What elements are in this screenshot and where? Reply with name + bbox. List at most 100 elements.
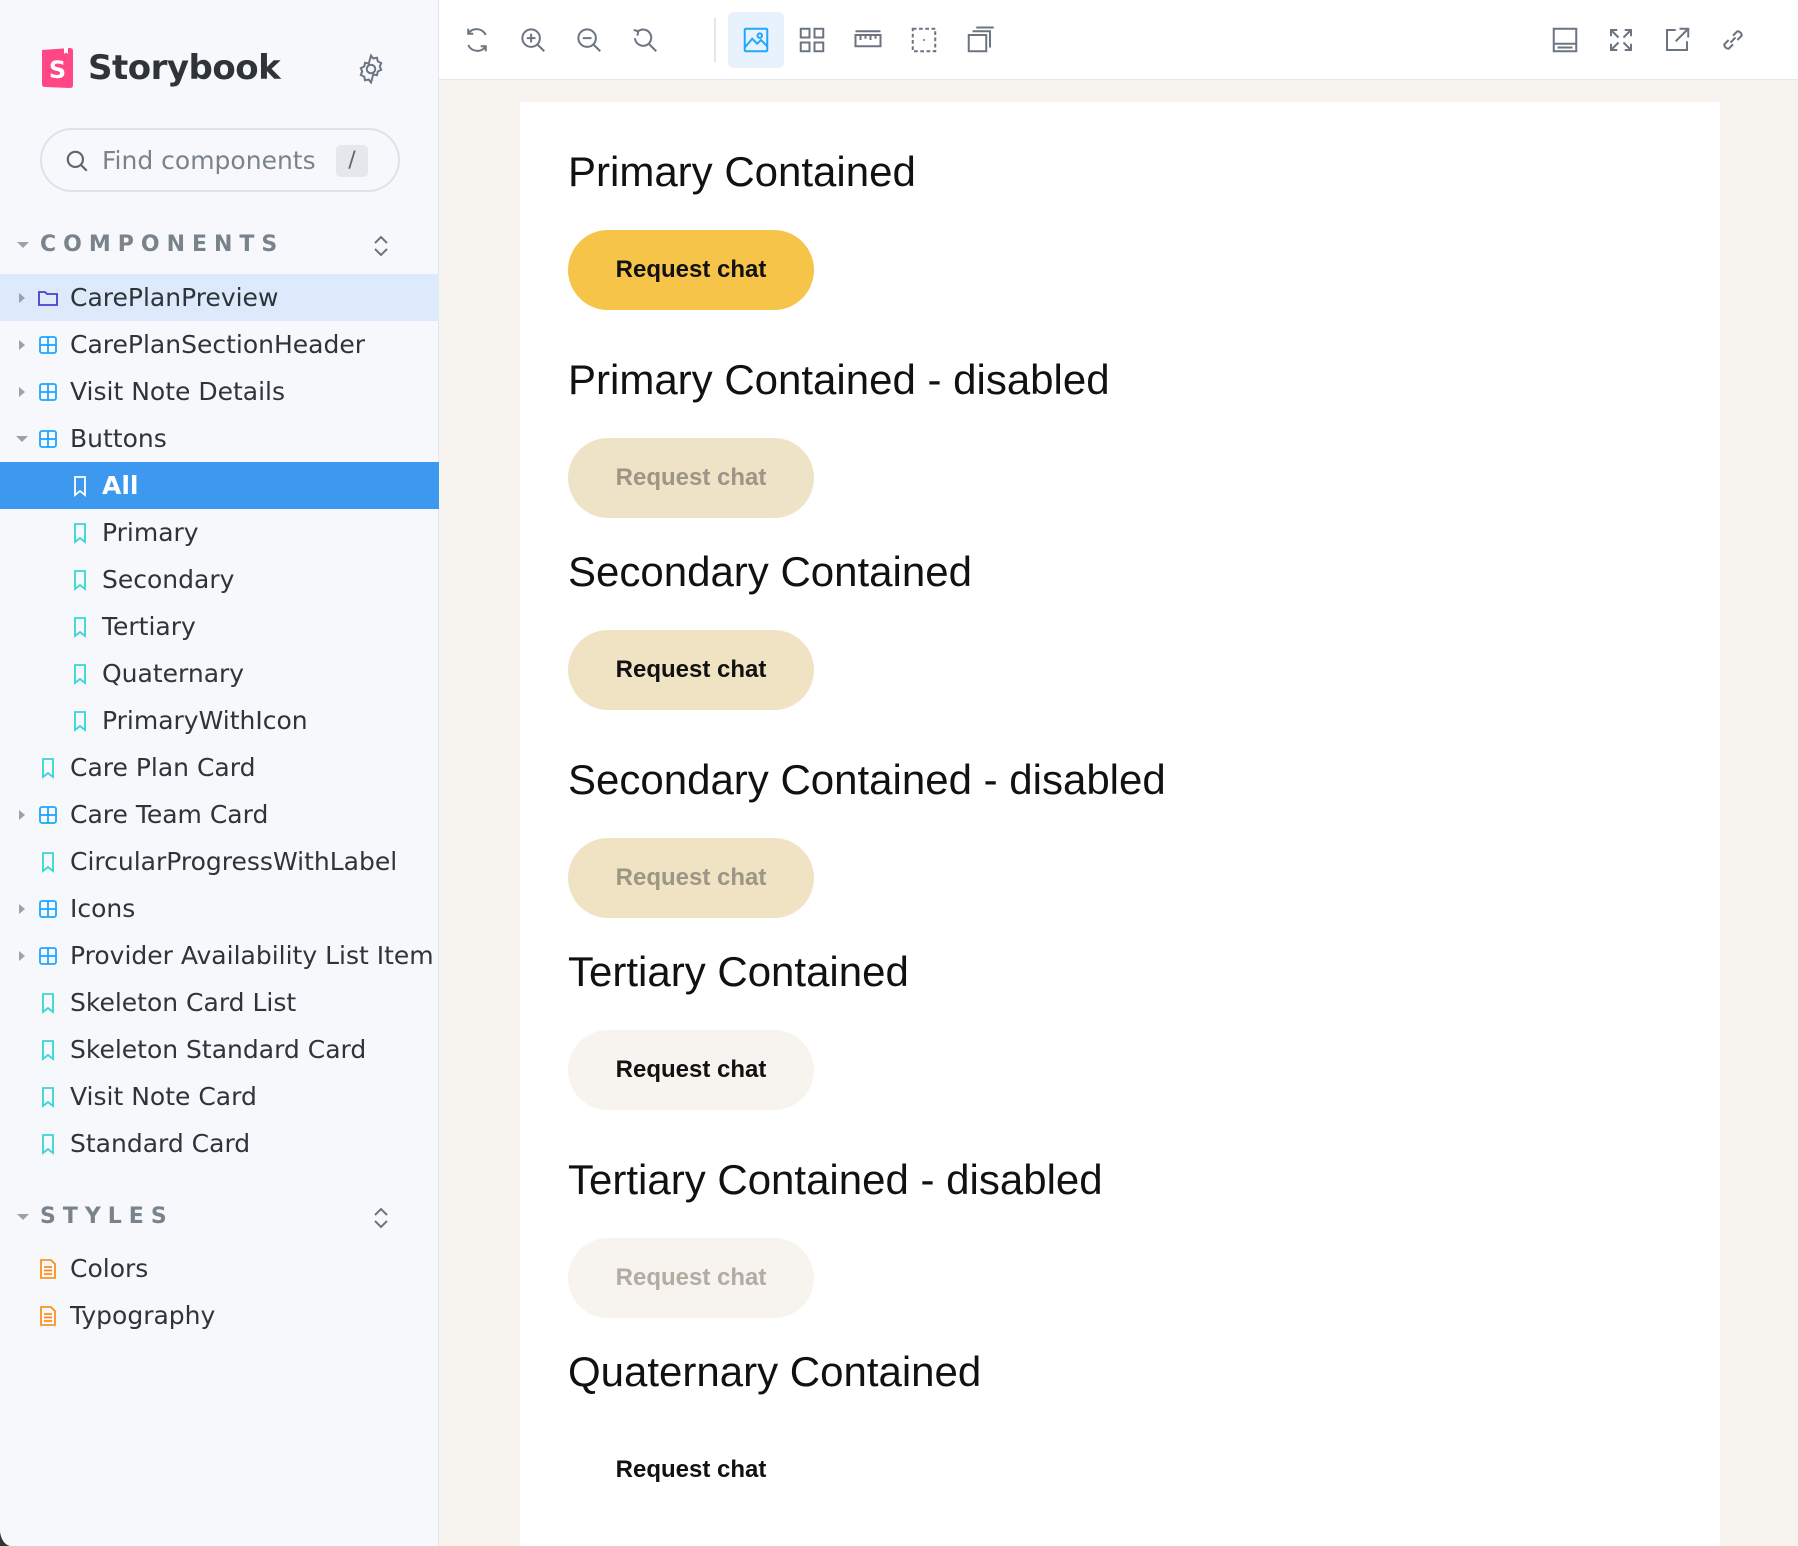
- tree-item-colors[interactable]: Colors: [0, 1245, 439, 1292]
- component-icon: [39, 947, 57, 965]
- component-icon: [39, 430, 57, 448]
- zoom-out-button[interactable]: [561, 12, 617, 68]
- folder-icon: [38, 291, 58, 306]
- open-new-tab-button[interactable]: [1649, 12, 1705, 68]
- storybook-logo-icon: S: [42, 48, 73, 88]
- request-chat-button-tertiary[interactable]: Request chat: [568, 1030, 814, 1110]
- tree-item-label: Tertiary: [102, 612, 196, 641]
- expand-collapse-icon[interactable]: [370, 232, 392, 260]
- fullscreen-button[interactable]: [1593, 12, 1649, 68]
- tree-item-typography[interactable]: Typography: [0, 1292, 439, 1339]
- window-corner: [0, 1532, 10, 1546]
- tree-item-label: Buttons: [70, 424, 167, 453]
- tree-item-all[interactable]: All: [0, 462, 439, 509]
- addons-panel-button[interactable]: [1537, 12, 1593, 68]
- request-chat-button-secondary-disabled: Request chat: [568, 838, 814, 918]
- story-title-primary-disabled: Primary Contained - disabled: [568, 356, 1110, 403]
- search-input[interactable]: [102, 142, 322, 178]
- tree-item-label: Provider Availability List Item: [70, 941, 434, 970]
- tree-item-careplansectionheader[interactable]: CarePlanSectionHeader: [0, 321, 439, 368]
- tree-item-tertiary[interactable]: Tertiary: [0, 603, 439, 650]
- tree-item-label: PrimaryWithIcon: [102, 706, 308, 735]
- document-icon: [40, 1306, 56, 1326]
- reload-button[interactable]: [449, 12, 505, 68]
- search-box: /: [40, 128, 400, 192]
- tree-item-label: Icons: [70, 894, 136, 923]
- chevron-right-icon: [19, 340, 25, 350]
- story-preview: Primary Contained Request chat Primary C…: [520, 102, 1720, 1546]
- zoom-in-button[interactable]: [505, 12, 561, 68]
- tree-item-label: Visit Note Card: [70, 1082, 257, 1111]
- outline-button[interactable]: [896, 12, 952, 68]
- story-title-secondary-disabled: Secondary Contained - disabled: [568, 756, 1166, 803]
- section-header-components[interactable]: COMPONENTS: [0, 226, 439, 266]
- copy-link-button[interactable]: [1705, 12, 1761, 68]
- tree-item-primarywithicon[interactable]: PrimaryWithIcon: [0, 697, 439, 744]
- bookmark-icon: [42, 993, 54, 1014]
- bookmark-icon: [74, 523, 86, 544]
- tree-item-circularprogresswithlabel[interactable]: CircularProgressWithLabel: [0, 838, 439, 885]
- expand-collapse-icon[interactable]: [370, 1204, 392, 1232]
- toolbar-divider: [714, 18, 716, 62]
- tree-item-label: Colors: [70, 1254, 149, 1283]
- component-icon: [39, 900, 57, 918]
- tree-item-care-plan-card[interactable]: Care Plan Card: [0, 744, 439, 791]
- tree-item-provider-availability-list-item[interactable]: Provider Availability List Item: [0, 932, 439, 979]
- chevron-down-icon: [16, 436, 28, 442]
- tree-item-label: Primary: [102, 518, 199, 547]
- tree-item-icons[interactable]: Icons: [0, 885, 439, 932]
- tree-item-quaternary[interactable]: Quaternary: [0, 650, 439, 697]
- svg-text:S: S: [49, 56, 66, 84]
- search-icon: [66, 150, 88, 172]
- tree-item-label: Quaternary: [102, 659, 245, 688]
- story-title-tertiary: Tertiary Contained: [568, 948, 909, 995]
- search-shortcut-key: /: [336, 145, 368, 177]
- tree-item-label: Secondary: [102, 565, 235, 594]
- bookmark-icon: [74, 476, 86, 497]
- section-header-styles[interactable]: STYLES: [0, 1198, 439, 1238]
- measure-button[interactable]: [840, 12, 896, 68]
- caret-down-icon: [17, 242, 29, 248]
- zoom-in-icon: [521, 28, 545, 52]
- tree-item-label: Skeleton Card List: [70, 988, 297, 1017]
- grid-button[interactable]: [784, 12, 840, 68]
- zoom-out-icon: [577, 28, 601, 52]
- document-icon: [40, 1259, 56, 1279]
- component-icon: [39, 336, 57, 354]
- tree-item-visit-note-details[interactable]: Visit Note Details: [0, 368, 439, 415]
- chevron-right-icon: [19, 951, 25, 961]
- sidebar: S Storybook / COMPONENTS CarePlanPreview…: [0, 0, 439, 1546]
- tree-item-careplanpreview[interactable]: CarePlanPreview: [0, 274, 439, 321]
- request-chat-button-quaternary[interactable]: Request chat: [568, 1430, 814, 1510]
- tree-item-primary[interactable]: Primary: [0, 509, 439, 556]
- bookmark-icon: [42, 852, 54, 873]
- tree-item-label: All: [102, 471, 139, 500]
- tree-item-skeleton-standard-card[interactable]: Skeleton Standard Card: [0, 1026, 439, 1073]
- addons-panel-icon: [1552, 27, 1578, 53]
- tree-item-visit-note-card[interactable]: Visit Note Card: [0, 1073, 439, 1120]
- brand[interactable]: S Storybook: [40, 46, 281, 90]
- viewport-icon: [967, 26, 994, 53]
- bookmark-icon: [42, 1087, 54, 1108]
- request-chat-button-primary-disabled: Request chat: [568, 438, 814, 518]
- request-chat-button-primary[interactable]: Request chat: [568, 230, 814, 310]
- bookmark-icon: [42, 758, 54, 779]
- background-icon: [743, 27, 769, 53]
- tree-item-label: Typography: [70, 1301, 216, 1330]
- tree-item-skeleton-card-list[interactable]: Skeleton Card List: [0, 979, 439, 1026]
- request-chat-button-secondary[interactable]: Request chat: [568, 630, 814, 710]
- story-title-tertiary-disabled: Tertiary Contained - disabled: [568, 1156, 1103, 1203]
- reset-zoom-button[interactable]: [617, 12, 673, 68]
- settings-button[interactable]: [354, 52, 388, 86]
- tree-item-standard-card[interactable]: Standard Card: [0, 1120, 439, 1167]
- preview-canvas: Primary Contained Request chat Primary C…: [439, 80, 1798, 1546]
- tree-item-secondary[interactable]: Secondary: [0, 556, 439, 603]
- background-button[interactable]: [728, 12, 784, 68]
- story-title-quaternary: Quaternary Contained: [568, 1348, 982, 1395]
- viewport-button[interactable]: [952, 12, 1008, 68]
- component-icon: [39, 383, 57, 401]
- tree-item-label: CircularProgressWithLabel: [70, 847, 398, 876]
- tree-item-care-team-card[interactable]: Care Team Card: [0, 791, 439, 838]
- tree-item-buttons[interactable]: Buttons: [0, 415, 439, 462]
- tree-item-label: CarePlanSectionHeader: [70, 330, 365, 359]
